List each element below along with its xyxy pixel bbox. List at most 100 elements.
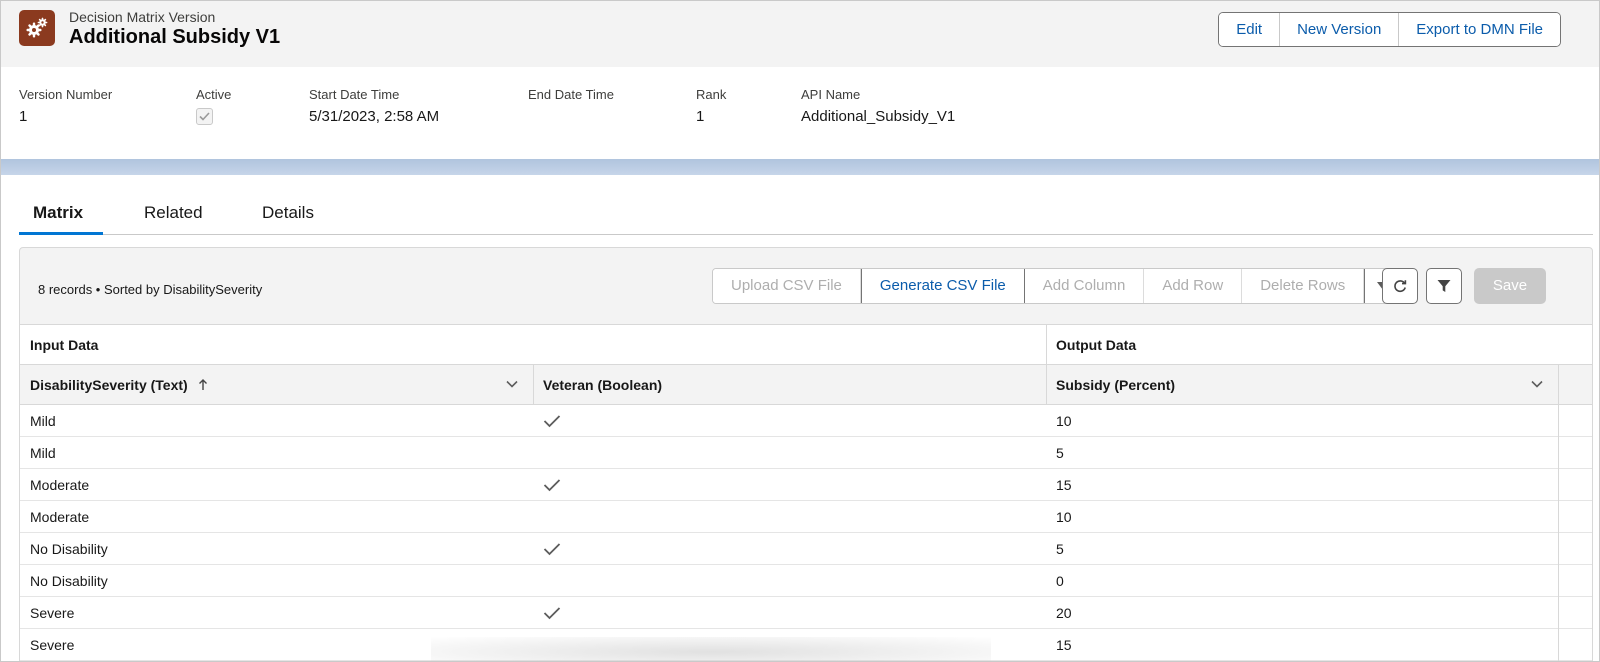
field-api-name: API Name Additional_Subsidy_V1 (801, 87, 955, 125)
subsidy-column-menu-chevron-icon[interactable] (1530, 377, 1544, 394)
cell-veteran[interactable] (533, 533, 1046, 565)
tab-matrix[interactable]: Matrix (33, 203, 83, 223)
table-row[interactable]: Mild 5 (20, 437, 1592, 469)
cell-subsidy[interactable]: 20 (1046, 597, 1558, 629)
matrix-rows: Mild 10 Mild 5 Moderate 15 Moderate 10 No Disabi… (20, 405, 1592, 661)
cell-disability-severity[interactable]: Moderate (20, 501, 533, 533)
record-count-sort-info: 8 records • Sorted by DisabilitySeverity (38, 282, 263, 297)
column-divider (1558, 365, 1559, 405)
cell-disability-severity[interactable]: Severe (20, 597, 533, 629)
table-row[interactable]: Moderate 15 (20, 469, 1592, 501)
upload-csv-button[interactable]: Upload CSV File (713, 269, 861, 303)
column-group-header: Input Data Output Data (20, 325, 1592, 365)
decision-matrix-gears-icon (19, 10, 55, 46)
column-header-severity[interactable]: DisabilitySeverity (Text) (20, 365, 533, 405)
cell-veteran[interactable] (533, 629, 1046, 661)
cell-disability-severity[interactable]: No Disability (20, 565, 533, 597)
active-tab-indicator (19, 232, 103, 235)
cell-veteran[interactable] (533, 405, 1046, 437)
cell-veteran[interactable] (533, 597, 1046, 629)
row-right-border (1558, 565, 1559, 597)
object-type-label: Decision Matrix Version (69, 9, 216, 25)
cell-disability-severity[interactable]: Mild (20, 405, 533, 437)
output-data-group: Output Data (1056, 337, 1137, 353)
cell-subsidy[interactable]: 10 (1046, 501, 1558, 533)
filter-icon (1437, 280, 1451, 292)
new-version-button[interactable]: New Version (1280, 13, 1400, 46)
cell-disability-severity[interactable]: Moderate (20, 469, 533, 501)
check-icon (543, 543, 561, 556)
record-title: Additional Subsidy V1 (69, 26, 281, 48)
add-column-button[interactable]: Add Column (1024, 269, 1145, 303)
filter-button[interactable] (1426, 268, 1462, 304)
delete-rows-button[interactable]: Delete Rows (1242, 269, 1365, 303)
app-frame: Decision Matrix Version Additional Subsi… (0, 0, 1600, 662)
field-label: End Date Time (528, 87, 614, 102)
cell-disability-severity[interactable]: Severe (20, 629, 533, 661)
cell-veteran[interactable] (533, 565, 1046, 597)
check-icon (543, 415, 561, 428)
table-row[interactable]: Severe 15 (20, 629, 1592, 661)
field-value: Additional_Subsidy_V1 (801, 108, 956, 125)
record-tabs: Matrix Related Details (19, 191, 1593, 235)
field-label: API Name (801, 87, 861, 102)
table-row[interactable]: No Disability 0 (20, 565, 1592, 597)
column-header-veteran[interactable]: Veteran (Boolean) (533, 365, 1046, 405)
checkmark-icon (199, 112, 210, 121)
add-row-button[interactable]: Add Row (1144, 269, 1243, 303)
field-label: Rank (696, 87, 727, 102)
check-icon (543, 607, 561, 620)
field-version-number: Version Number 1 (19, 87, 112, 125)
table-row[interactable]: Mild 10 (20, 405, 1592, 437)
record-header-top: Decision Matrix Version Additional Subsi… (1, 1, 1599, 67)
cell-subsidy[interactable]: 5 (1046, 437, 1558, 469)
cell-subsidy[interactable]: 5 (1046, 533, 1558, 565)
cell-disability-severity[interactable]: Mild (20, 437, 533, 469)
generate-csv-button[interactable]: Generate CSV File (860, 269, 1025, 303)
table-row[interactable]: Moderate 10 (20, 501, 1592, 533)
matrix-toolbar: Upload CSV File Generate CSV File Add Co… (712, 268, 1402, 304)
decision-matrix-table: Input Data Output Data DisabilitySeverit… (20, 324, 1592, 661)
field-start-date-time: Start Date Time 5/31/2023, 2:58 AM (309, 87, 439, 125)
column-header-subsidy[interactable]: Subsidy (Percent) (1046, 365, 1558, 405)
group-divider (1046, 325, 1047, 365)
record-header: Decision Matrix Version Additional Subsi… (1, 1, 1599, 161)
tab-details[interactable]: Details (262, 203, 314, 223)
field-value: 5/31/2023, 2:58 AM (309, 108, 440, 125)
table-row[interactable]: Severe 20 (20, 597, 1592, 629)
field-end-date-time: End Date Time (528, 87, 614, 108)
field-value: 1 (696, 108, 705, 125)
sort-ascending-arrow-icon (198, 379, 207, 390)
field-active: Active (196, 87, 231, 125)
export-dmn-button[interactable]: Export to DMN File (1399, 13, 1560, 46)
refresh-button[interactable] (1382, 268, 1418, 304)
row-right-border (1558, 405, 1559, 437)
cell-disability-severity[interactable]: No Disability (20, 533, 533, 565)
field-label: Active (196, 87, 232, 102)
save-button[interactable]: Save (1474, 268, 1546, 304)
input-data-group: Input Data (30, 337, 99, 353)
severity-column-menu-chevron-icon[interactable] (505, 377, 519, 394)
cell-veteran[interactable] (533, 437, 1046, 469)
row-right-border (1558, 469, 1559, 501)
cell-subsidy[interactable]: 15 (1046, 629, 1558, 661)
active-checkbox (196, 108, 213, 125)
refresh-icon (1394, 280, 1407, 293)
row-right-border (1558, 629, 1559, 661)
cell-veteran[interactable] (533, 501, 1046, 533)
column-header-label: DisabilitySeverity (Text) (30, 377, 188, 393)
header-action-buttons: Edit New Version Export to DMN File (1218, 12, 1561, 47)
cell-subsidy[interactable]: 0 (1046, 565, 1558, 597)
highlights-panel: Version Number 1 Active Start Date Time … (1, 87, 1599, 137)
row-right-border (1558, 597, 1559, 629)
cell-veteran[interactable] (533, 469, 1046, 501)
field-value: 1 (19, 108, 28, 125)
table-row[interactable]: No Disability 5 (20, 533, 1592, 565)
check-icon (543, 479, 561, 492)
field-label: Version Number (19, 87, 113, 102)
tab-related[interactable]: Related (144, 203, 203, 223)
cell-subsidy[interactable]: 15 (1046, 469, 1558, 501)
edit-button[interactable]: Edit (1219, 13, 1281, 46)
row-right-border (1558, 501, 1559, 533)
cell-subsidy[interactable]: 10 (1046, 405, 1558, 437)
